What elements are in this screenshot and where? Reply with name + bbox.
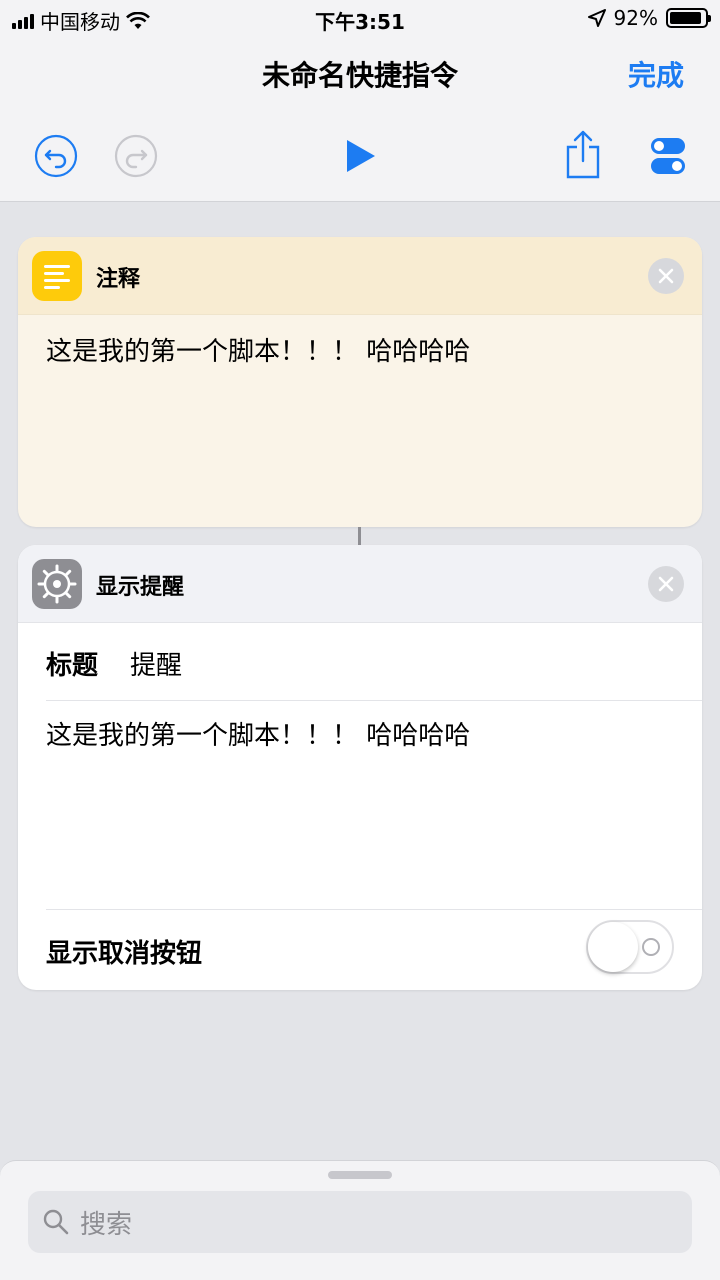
show-alert-action-card[interactable]: 显示提醒 标题 提醒 这是我的第一个脚本！！！ 哈哈哈哈 显示取消按钮 xyxy=(18,545,702,990)
alert-title-label: 标题 xyxy=(46,651,99,681)
status-right: 92% xyxy=(587,6,711,30)
battery-percent: 92% xyxy=(613,6,658,30)
search-icon xyxy=(43,1209,69,1235)
run-button[interactable] xyxy=(340,136,380,176)
share-icon xyxy=(566,130,600,179)
toggle-off-indicator xyxy=(642,938,660,956)
toggles-icon xyxy=(651,138,685,174)
close-icon xyxy=(658,576,674,592)
search-field[interactable]: 搜索 xyxy=(28,1191,692,1253)
redo-icon xyxy=(114,134,158,178)
notes-icon xyxy=(32,251,82,301)
page-title: 未命名快捷指令 xyxy=(261,59,458,92)
divider xyxy=(46,700,702,701)
toggle-knob xyxy=(588,922,638,972)
comment-card-header: 注释 xyxy=(18,237,702,315)
undo-button[interactable] xyxy=(34,134,78,178)
battery-fill xyxy=(670,12,702,24)
show-cancel-toggle[interactable] xyxy=(586,920,674,974)
location-arrow-icon xyxy=(587,9,606,27)
play-icon xyxy=(347,140,375,172)
action-search-sheet: 搜索 xyxy=(0,1160,720,1280)
undo-icon xyxy=(34,134,78,178)
navigation-bar: 未命名快捷指令 完成 xyxy=(0,36,720,202)
show-cancel-label: 显示取消按钮 xyxy=(46,939,203,969)
gear-icon xyxy=(32,559,82,609)
remove-alert-button[interactable] xyxy=(648,566,684,602)
share-button[interactable] xyxy=(560,128,606,180)
comment-action-card[interactable]: 注释 这是我的第一个脚本！！！ 哈哈哈哈 xyxy=(18,237,702,527)
settings-toggle-button[interactable] xyxy=(648,136,688,176)
remove-comment-button[interactable] xyxy=(648,258,684,294)
done-button[interactable]: 完成 xyxy=(628,54,684,94)
sheet-grabber[interactable] xyxy=(328,1171,392,1179)
close-icon xyxy=(658,268,674,284)
battery-icon xyxy=(666,8,711,28)
redo-button[interactable] xyxy=(114,134,158,178)
alert-title-value[interactable]: 提醒 xyxy=(130,645,182,682)
divider xyxy=(46,909,702,910)
status-bar: 中国移动 下午3:51 92% xyxy=(0,0,720,36)
comment-card-title: 注释 xyxy=(96,267,141,292)
comment-text[interactable]: 这是我的第一个脚本！！！ 哈哈哈哈 xyxy=(46,331,470,368)
alert-card-header: 显示提醒 xyxy=(18,545,702,623)
action-connector xyxy=(358,527,361,545)
alert-card-title: 显示提醒 xyxy=(96,575,185,600)
alert-message[interactable]: 这是我的第一个脚本！！！ 哈哈哈哈 xyxy=(46,715,470,752)
search-placeholder: 搜索 xyxy=(80,1209,133,1240)
